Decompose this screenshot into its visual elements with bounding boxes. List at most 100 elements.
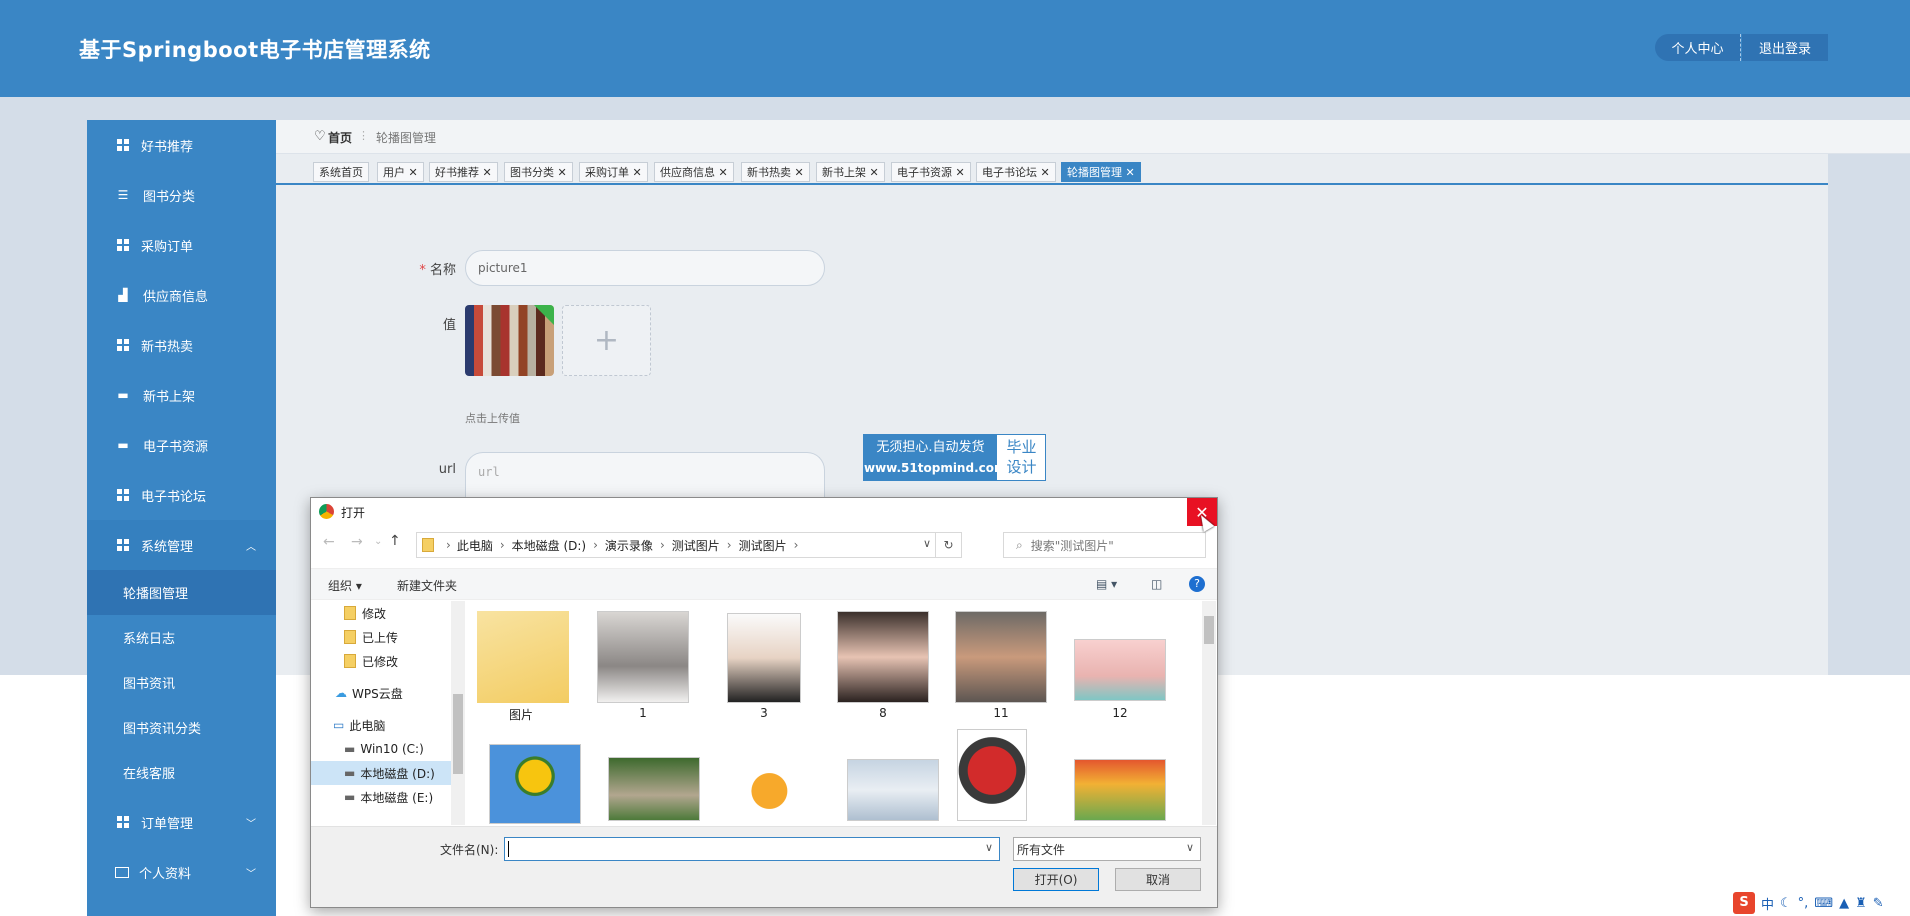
path-segment[interactable]: 测试图片	[739, 537, 787, 554]
cancel-button[interactable]: 取消	[1115, 868, 1201, 891]
watermark-badge: 无须担心.自动发货 www.51topmind.com 毕业 设计	[863, 434, 1046, 481]
breadcrumb-home[interactable]: 首页	[328, 129, 352, 146]
sidebar-item-personal-info[interactable]: 个人资料 ﹀	[87, 847, 276, 897]
close-icon[interactable]: ✕	[633, 166, 642, 179]
keyboard-icon[interactable]: ⌨	[1814, 896, 1833, 911]
filename-input[interactable]: ∨	[504, 837, 1000, 861]
tree-item-folder[interactable]: 已上传	[311, 625, 451, 649]
tab-hot-books[interactable]: 新书热卖 ✕	[741, 162, 810, 182]
uploaded-image-thumbnail[interactable]	[465, 305, 554, 376]
filetype-select[interactable]: 所有文件 ∨	[1013, 837, 1201, 861]
tools-icon[interactable]: ✎	[1873, 896, 1884, 911]
sidebar-sub-book-news-category[interactable]: 图书资讯分类	[87, 705, 276, 750]
new-folder-button[interactable]: 新建文件夹	[397, 577, 457, 594]
preview-pane-icon[interactable]: ◫	[1151, 577, 1162, 591]
sidebar-item-ebook-forum[interactable]: 电子书论坛	[87, 470, 276, 520]
tab-good-books[interactable]: 好书推荐 ✕	[429, 162, 498, 182]
photo-thumbnail[interactable]	[597, 611, 689, 703]
tree-item-wps-cloud[interactable]: ☁ WPS云盘	[311, 681, 451, 705]
close-icon[interactable]: ✕	[795, 166, 804, 179]
photo-thumbnail[interactable]	[837, 611, 929, 703]
refresh-icon[interactable]: ↻	[935, 533, 961, 557]
logout-button[interactable]: 退出登录	[1742, 34, 1828, 61]
sogou-logo-icon[interactable]: S	[1733, 892, 1755, 914]
sidebar-item-supplier-info[interactable]: ▟ 供应商信息	[87, 270, 276, 320]
tab-ebook-forum[interactable]: 电子书论坛 ✕	[976, 162, 1056, 182]
sidebar-item-good-books[interactable]: 好书推荐	[87, 120, 276, 170]
sidebar-item-system-management[interactable]: 系统管理 ︿	[87, 520, 276, 570]
photo-thumbnail[interactable]	[1074, 639, 1166, 701]
scroll-thumb[interactable]	[453, 694, 463, 774]
tree-item-folder[interactable]: 已修改	[311, 649, 451, 673]
search-box[interactable]: ⌕ 搜索"测试图片"	[1003, 532, 1206, 558]
path-segment[interactable]: 测试图片	[672, 537, 720, 554]
sidebar-sub-system-log[interactable]: 系统日志	[87, 615, 276, 660]
photo-thumbnail[interactable]	[727, 613, 801, 703]
close-icon[interactable]: ✕	[956, 166, 965, 179]
close-icon[interactable]: ✕	[1126, 166, 1135, 179]
sidebar-item-book-category[interactable]: ☰ 图书分类	[87, 170, 276, 220]
sidebar-item-new-books[interactable]: ▬ 新书上架	[87, 370, 276, 420]
tree-item-drive-e[interactable]: ▬ 本地磁盘 (E:)	[311, 785, 451, 809]
shirt-icon[interactable]: ♜	[1855, 896, 1867, 911]
tree-item-drive-d[interactable]: ▬ 本地磁盘 (D:)	[311, 761, 451, 785]
tab-purchase-orders[interactable]: 采购订单 ✕	[579, 162, 648, 182]
tree-item-drive-c[interactable]: ▬ Win10 (C:)	[311, 737, 451, 761]
recent-dropdown-icon[interactable]: ⌄	[374, 536, 382, 547]
skin-icon[interactable]: ▲	[1839, 896, 1849, 911]
tab-user[interactable]: 用户 ✕	[377, 162, 424, 182]
address-dropdown-icon[interactable]: ∨	[923, 537, 931, 550]
tree-item-this-pc[interactable]: ▭ 此电脑	[311, 713, 451, 737]
address-bar[interactable]: › 此电脑 › 本地磁盘 (D:) › 演示录像 › 测试图片 › 测试图片 › ∨ ↻	[416, 532, 962, 558]
files-scrollbar[interactable]	[1202, 601, 1216, 825]
sidebar-sub-book-news[interactable]: 图书资讯	[87, 660, 276, 705]
chevron-down-icon[interactable]: ∨	[985, 841, 993, 854]
folder-thumbnail[interactable]	[477, 611, 569, 703]
close-icon[interactable]: ✕	[719, 166, 728, 179]
photo-thumbnail[interactable]	[608, 757, 700, 821]
close-icon[interactable]: ✕	[1041, 166, 1050, 179]
scroll-thumb[interactable]	[1204, 616, 1214, 644]
forward-arrow-icon[interactable]: →	[351, 534, 363, 550]
close-icon[interactable]: ✕	[483, 166, 492, 179]
sidebar-item-order-management[interactable]: 订单管理 ﹀	[87, 797, 276, 847]
up-arrow-icon[interactable]: ↑	[389, 533, 401, 549]
name-input[interactable]: picture1	[465, 250, 825, 286]
tab-ebook-resources[interactable]: 电子书资源 ✕	[891, 162, 971, 182]
sidebar-item-ebook-resources[interactable]: ▬ 电子书资源	[87, 420, 276, 470]
photo-thumbnail[interactable]	[728, 761, 820, 821]
open-button[interactable]: 打开(O)	[1013, 868, 1099, 891]
sidebar-sub-carousel-management[interactable]: 轮播图管理	[87, 570, 276, 615]
sidebar-item-hot-books[interactable]: 新书热卖	[87, 320, 276, 370]
organize-button[interactable]: 组织 ▾	[328, 577, 362, 594]
punctuation-icon[interactable]: °,	[1798, 896, 1809, 911]
path-segment[interactable]: 演示录像	[605, 537, 653, 554]
tree-item-folder[interactable]: 修改	[311, 601, 451, 625]
tab-book-category[interactable]: 图书分类 ✕	[504, 162, 573, 182]
url-input[interactable]: url	[465, 452, 825, 497]
view-mode-icon[interactable]: ▤ ▾	[1096, 577, 1117, 591]
back-arrow-icon[interactable]: ←	[323, 534, 335, 550]
tab-supplier-info[interactable]: 供应商信息 ✕	[654, 162, 734, 182]
photo-thumbnail[interactable]	[847, 759, 939, 821]
moon-icon[interactable]: ☾	[1780, 896, 1792, 911]
help-icon[interactable]: ?	[1189, 576, 1205, 592]
profile-center-button[interactable]: 个人中心	[1655, 34, 1741, 61]
ime-mode[interactable]: 中	[1761, 894, 1774, 913]
photo-thumbnail[interactable]	[957, 729, 1027, 821]
tree-scrollbar[interactable]	[451, 601, 465, 825]
photo-thumbnail[interactable]	[955, 611, 1047, 703]
photo-thumbnail[interactable]	[1074, 759, 1166, 821]
close-icon[interactable]: ✕	[409, 166, 418, 179]
tab-carousel-management[interactable]: 轮播图管理 ✕	[1061, 162, 1141, 182]
photo-thumbnail[interactable]	[489, 744, 581, 824]
close-icon[interactable]: ✕	[558, 166, 567, 179]
tab-new-books[interactable]: 新书上架 ✕	[816, 162, 885, 182]
path-segment[interactable]: 此电脑	[457, 537, 493, 554]
close-icon[interactable]: ✕	[870, 166, 879, 179]
tab-system-home[interactable]: 系统首页	[313, 162, 369, 182]
sidebar-sub-online-service[interactable]: 在线客服	[87, 750, 276, 795]
upload-plus-button[interactable]: +	[562, 305, 651, 376]
path-segment[interactable]: 本地磁盘 (D:)	[512, 537, 586, 554]
sidebar-item-purchase-orders[interactable]: 采购订单	[87, 220, 276, 270]
